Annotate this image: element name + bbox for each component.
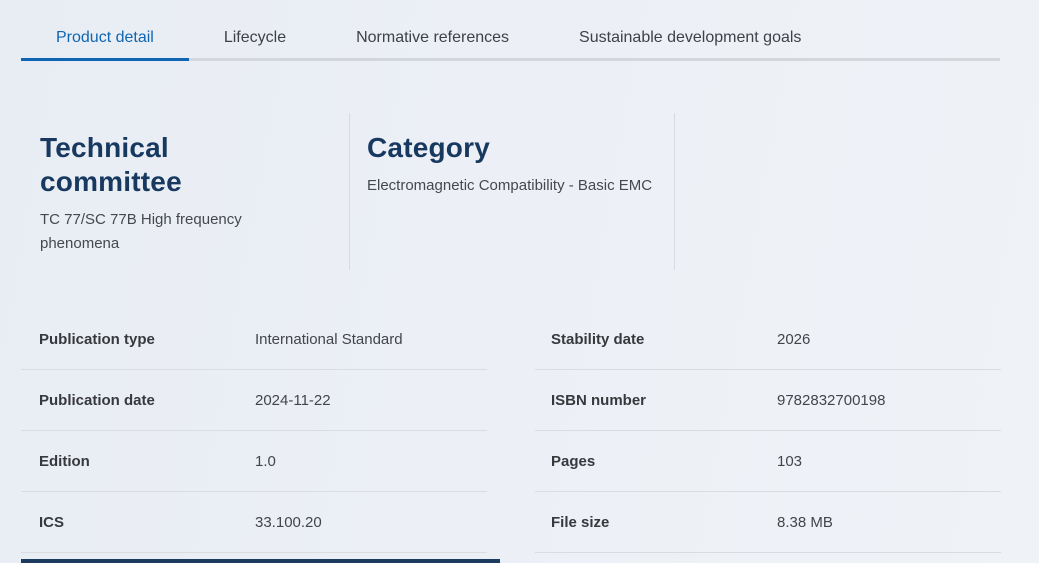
detail-label: ICS [39, 514, 255, 531]
detail-value: 8.38 MB [777, 514, 833, 531]
detail-label: Publication date [39, 392, 255, 409]
category-text: Electromagnetic Compatibility - Basic EM… [367, 174, 657, 198]
tab-normative-references[interactable]: Normative references [321, 15, 544, 61]
detail-value: 2026 [777, 331, 810, 348]
detail-label: Publication type [39, 331, 255, 348]
detail-label: ISBN number [551, 392, 777, 409]
category-section: Category Electromagnetic Compatibility -… [367, 131, 657, 198]
table-row: File size 8.38 MB [535, 492, 1001, 553]
tab-sustainable-development-goals[interactable]: Sustainable development goals [544, 15, 836, 61]
details-table-left: Publication type International Standard … [21, 309, 487, 553]
detail-value: International Standard [255, 331, 403, 348]
table-row: ISBN number 9782832700198 [535, 370, 1001, 431]
detail-value: 2024-11-22 [255, 392, 331, 409]
technical-committee-section: Technical committee TC 77/SC 77B High fr… [40, 131, 285, 256]
technical-committee-text: TC 77/SC 77B High frequency phenomena [40, 208, 285, 256]
table-row: Edition 1.0 [21, 431, 487, 492]
detail-value: 1.0 [255, 453, 276, 470]
detail-label: Stability date [551, 331, 777, 348]
details-table-right: Stability date 2026 ISBN number 97828327… [535, 309, 1001, 553]
tab-lifecycle[interactable]: Lifecycle [189, 15, 321, 61]
table-row: Pages 103 [535, 431, 1001, 492]
table-row: Publication date 2024-11-22 [21, 370, 487, 431]
technical-committee-title: Technical committee [40, 131, 285, 199]
detail-value: 103 [777, 453, 802, 470]
table-row: Stability date 2026 [535, 309, 1001, 370]
vertical-divider [349, 113, 350, 270]
category-title: Category [367, 131, 657, 165]
tab-bar: Product detail Lifecycle Normative refer… [21, 15, 1000, 61]
detail-label: Edition [39, 453, 255, 470]
detail-value: 9782832700198 [777, 392, 885, 409]
next-section-top-edge [21, 559, 500, 563]
detail-value: 33.100.20 [255, 514, 322, 531]
detail-label: File size [551, 514, 777, 531]
detail-label: Pages [551, 453, 777, 470]
table-row: Publication type International Standard [21, 309, 487, 370]
vertical-divider [674, 113, 675, 270]
tab-product-detail[interactable]: Product detail [21, 15, 189, 61]
table-row: ICS 33.100.20 [21, 492, 487, 553]
